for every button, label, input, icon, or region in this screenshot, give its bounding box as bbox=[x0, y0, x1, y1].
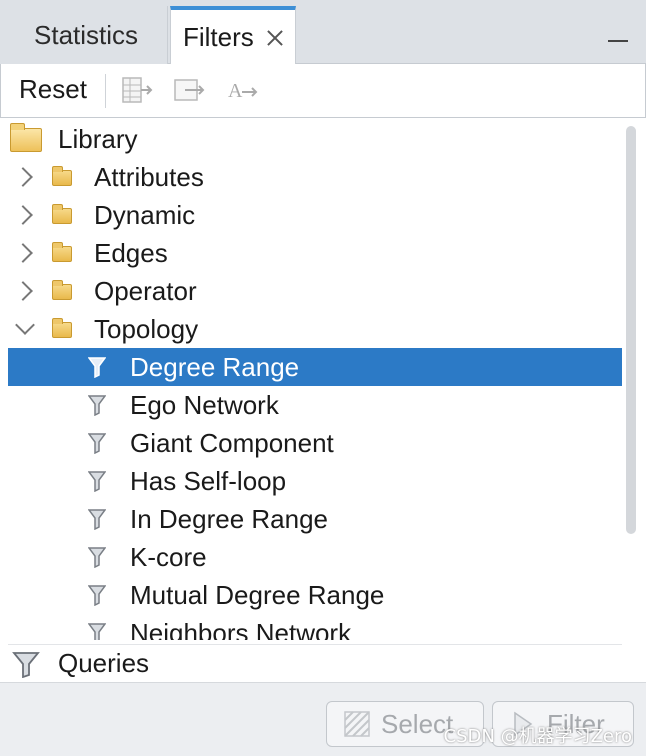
tree-category-label: Operator bbox=[94, 275, 197, 306]
tree-category-label: Dynamic bbox=[94, 199, 196, 230]
tree-item-label: In Degree Range bbox=[130, 503, 329, 534]
tree-item-label: Has Self-loop bbox=[130, 465, 287, 496]
chevron-right-icon[interactable] bbox=[13, 167, 33, 187]
tree-category-label: Edges bbox=[94, 237, 168, 268]
tree-item-mutual-degree-range[interactable]: Mutual Degree Range bbox=[8, 576, 622, 614]
filter-icon bbox=[88, 395, 106, 416]
tree-item-degree-range[interactable]: Degree Range bbox=[8, 348, 622, 386]
tree-item-giant-component[interactable]: Giant Component bbox=[8, 424, 622, 462]
tab-filters[interactable]: Filters bbox=[170, 6, 296, 65]
tree-category-label: Topology bbox=[94, 313, 199, 344]
folder-icon bbox=[52, 318, 72, 338]
tree-item-has-self-loop[interactable]: Has Self-loop bbox=[8, 462, 622, 500]
tree-item-neighbors-network[interactable]: Neighbors Network bbox=[8, 614, 622, 640]
export-arrow-icon[interactable] bbox=[173, 76, 205, 104]
tree-root-library[interactable]: Library bbox=[8, 120, 622, 158]
tree-item-k-core[interactable]: K-core bbox=[8, 538, 622, 576]
tree-category-attributes[interactable]: Attributes bbox=[8, 158, 622, 196]
chevron-down-icon[interactable] bbox=[15, 315, 35, 335]
tab-statistics[interactable]: Statistics bbox=[0, 6, 168, 64]
tab-statistics-label: Statistics bbox=[34, 19, 139, 50]
filter-icon bbox=[88, 623, 106, 640]
tree-category-operator[interactable]: Operator bbox=[8, 272, 622, 310]
watermark-text: CSDN @机器学习Zero bbox=[443, 726, 632, 747]
query-filter-icon bbox=[12, 652, 40, 678]
folder-icon bbox=[52, 242, 72, 262]
folder-open-icon bbox=[10, 123, 42, 152]
tree-category-dynamic[interactable]: Dynamic bbox=[8, 196, 622, 234]
tree-item-label: Neighbors Network bbox=[130, 617, 352, 641]
filter-icon bbox=[88, 357, 106, 378]
tree-item-label: Giant Component bbox=[130, 427, 334, 458]
minimize-icon[interactable] bbox=[608, 40, 628, 42]
chevron-right-icon[interactable] bbox=[13, 205, 33, 225]
toolbar-separator bbox=[105, 74, 106, 108]
tab-filters-label: Filters bbox=[183, 22, 254, 52]
tab-bar: Statistics Filters bbox=[0, 0, 646, 65]
filter-icon bbox=[88, 547, 106, 568]
reset-button[interactable]: Reset bbox=[19, 74, 87, 105]
svg-text:A: A bbox=[228, 80, 243, 102]
tree-item-ego-network[interactable]: Ego Network bbox=[8, 386, 622, 424]
folder-icon bbox=[52, 280, 72, 300]
folder-icon bbox=[52, 204, 72, 224]
export-table-icon[interactable] bbox=[121, 76, 153, 104]
folder-icon bbox=[52, 166, 72, 186]
filter-icon bbox=[88, 585, 106, 606]
queries-section[interactable]: Queries bbox=[8, 644, 622, 682]
toolbar: Reset A bbox=[0, 64, 646, 118]
select-button-label: Select bbox=[381, 708, 454, 739]
filter-library-tree: Library Attributes Dynamic Edges Operato… bbox=[8, 120, 624, 640]
text-settings-icon[interactable]: A bbox=[227, 76, 259, 104]
tree-root-label: Library bbox=[58, 123, 138, 154]
close-icon[interactable] bbox=[266, 29, 284, 47]
filter-icon bbox=[88, 433, 106, 454]
tree-category-edges[interactable]: Edges bbox=[8, 234, 622, 272]
scrollbar-thumb[interactable] bbox=[626, 126, 636, 534]
tree-item-label: K-core bbox=[130, 541, 207, 572]
tree-category-label: Attributes bbox=[94, 161, 204, 192]
chevron-right-icon[interactable] bbox=[13, 281, 33, 301]
action-bar: Select Filter CSDN @机器学习Zero bbox=[0, 682, 646, 756]
chevron-right-icon[interactable] bbox=[13, 243, 33, 263]
tree-category-topology[interactable]: Topology bbox=[8, 310, 622, 348]
queries-label: Queries bbox=[58, 648, 150, 678]
tree-item-in-degree-range[interactable]: In Degree Range bbox=[8, 500, 622, 538]
tree-item-label: Mutual Degree Range bbox=[130, 579, 385, 610]
tree-item-label: Ego Network bbox=[130, 389, 279, 420]
tree-item-label: Degree Range bbox=[130, 351, 300, 382]
filter-icon bbox=[88, 509, 106, 530]
filter-icon bbox=[88, 471, 106, 492]
select-pattern-icon bbox=[344, 711, 370, 737]
